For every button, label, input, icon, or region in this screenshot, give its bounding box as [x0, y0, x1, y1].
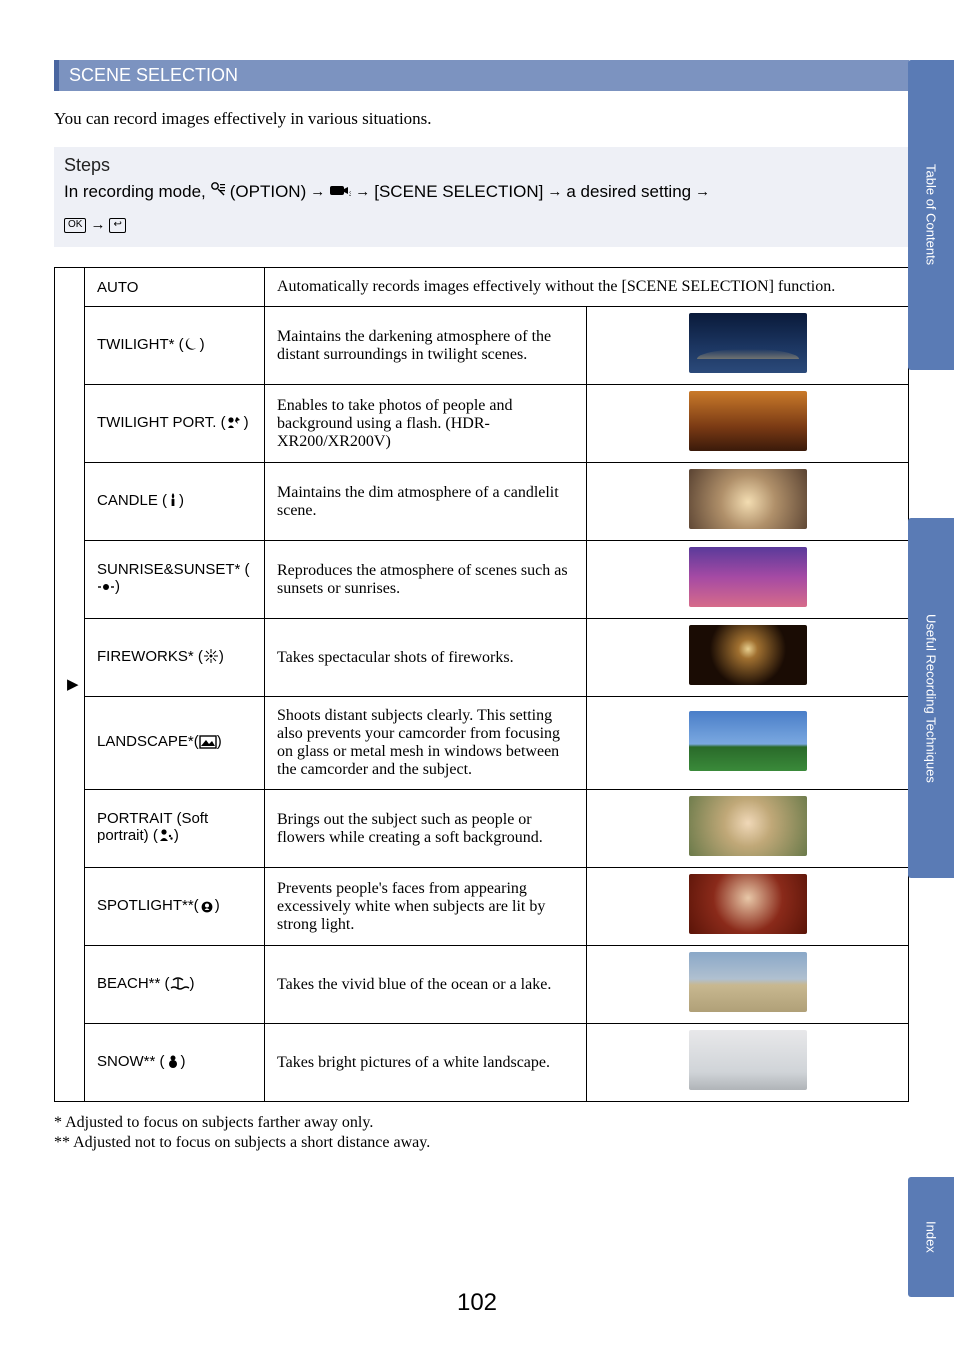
scene-thumbnail-cell — [587, 619, 909, 697]
steps-bracket: [SCENE SELECTION] — [374, 178, 543, 205]
scene-thumbnail — [689, 313, 807, 373]
candle-icon — [167, 492, 179, 512]
twilight-icon — [184, 336, 200, 356]
footnote-1: * Adjusted to focus on subjects farther … — [54, 1114, 909, 1132]
option-icon — [210, 178, 226, 205]
arrow-icon: → — [547, 180, 562, 204]
table-row: TWILIGHT PORT. ()Enables to take photos … — [55, 385, 909, 463]
table-row: FIREWORKS* ()Takes spectacular shots of … — [55, 619, 909, 697]
table-row: ▶AUTOAutomatically records images effect… — [55, 268, 909, 307]
scene-name: CANDLE () — [85, 463, 265, 541]
portrait-icon — [158, 827, 174, 847]
table-row: SPOTLIGHT**()Prevents people's faces fro… — [55, 868, 909, 946]
scene-table: ▶AUTOAutomatically records images effect… — [54, 267, 909, 1102]
scene-description: Maintains the darkening atmosphere of th… — [265, 307, 587, 385]
scene-thumbnail — [689, 874, 807, 934]
scene-description: Prevents people's faces from appearing e… — [265, 868, 587, 946]
steps-box: Steps In recording mode, (OPTION) → 3 → … — [54, 147, 909, 247]
scene-thumbnail-cell — [587, 385, 909, 463]
return-button-icon: ↩ — [109, 218, 125, 233]
arrow-icon: → — [90, 213, 105, 237]
scene-thumbnail-cell — [587, 541, 909, 619]
scene-thumbnail — [689, 952, 807, 1012]
table-row: CANDLE ()Maintains the dim atmosphere of… — [55, 463, 909, 541]
arrow-icon: → — [695, 180, 710, 204]
landscape-icon — [199, 735, 217, 753]
scene-description: Brings out the subject such as people or… — [265, 790, 587, 868]
default-marker: ▶ — [55, 268, 85, 1102]
steps-option-label: (OPTION) — [230, 178, 307, 205]
scene-thumbnail — [689, 391, 807, 451]
table-row: SNOW** ()Takes bright pictures of a whit… — [55, 1024, 909, 1102]
scene-name: SNOW** () — [85, 1024, 265, 1102]
tab-index[interactable]: Index — [908, 1177, 954, 1297]
table-row: PORTRAIT (Soft portrait) ()Brings out th… — [55, 790, 909, 868]
arrow-icon: → — [310, 180, 325, 204]
table-row: BEACH** ()Takes the vivid blue of the oc… — [55, 946, 909, 1024]
sidebar-tabs: Table of Contents Useful Recording Techn… — [908, 60, 954, 1297]
firework-icon — [203, 648, 219, 668]
footnotes: * Adjusted to focus on subjects farther … — [54, 1114, 909, 1152]
scene-thumbnail-cell — [587, 307, 909, 385]
scene-description: Takes spectacular shots of fireworks. — [265, 619, 587, 697]
steps-line: In recording mode, (OPTION) → 3 → [SCENE… — [64, 178, 899, 237]
table-row: TWILIGHT* ()Maintains the darkening atmo… — [55, 307, 909, 385]
tab-useful-recording-techniques[interactable]: Useful Recording Techniques — [908, 518, 954, 878]
scene-thumbnail — [689, 711, 807, 771]
scene-thumbnail — [689, 625, 807, 685]
sunset-icon — [97, 580, 115, 598]
scene-thumbnail-cell — [587, 1024, 909, 1102]
page-number: 102 — [0, 1289, 954, 1317]
arrow-icon: → — [355, 180, 370, 204]
scene-thumbnail — [689, 469, 807, 529]
scene-thumbnail-cell — [587, 697, 909, 790]
scene-name: SUNRISE&SUNSET* () — [85, 541, 265, 619]
intro-text: You can record images effectively in var… — [54, 109, 909, 129]
steps-prefix: In recording mode, — [64, 178, 206, 205]
scene-thumbnail-cell — [587, 946, 909, 1024]
scene-description: Reproduces the atmosphere of scenes such… — [265, 541, 587, 619]
scene-description: Automatically records images effectively… — [265, 268, 909, 307]
beach-icon — [170, 977, 190, 995]
svg-text:3: 3 — [349, 192, 351, 197]
scene-thumbnail — [689, 547, 807, 607]
scene-name: SPOTLIGHT**() — [85, 868, 265, 946]
steps-title: Steps — [64, 155, 899, 176]
snow-icon — [165, 1053, 181, 1073]
scene-thumbnail-cell — [587, 463, 909, 541]
scene-name: TWILIGHT PORT. () — [85, 385, 265, 463]
footnote-2: ** Adjusted not to focus on subjects a s… — [54, 1134, 909, 1152]
scene-thumbnail-cell — [587, 790, 909, 868]
camera-tab-icon: 3 — [329, 178, 351, 205]
spotlight-icon — [199, 897, 215, 917]
scene-thumbnail-cell — [587, 868, 909, 946]
section-heading: SCENE SELECTION — [54, 60, 909, 91]
scene-description: Enables to take photos of people and bac… — [265, 385, 587, 463]
table-row: LANDSCAPE*()Shoots distant subjects clea… — [55, 697, 909, 790]
scene-description: Takes bright pictures of a white landsca… — [265, 1024, 587, 1102]
twiport-icon — [226, 414, 244, 434]
scene-description: Shoots distant subjects clearly. This se… — [265, 697, 587, 790]
table-row: SUNRISE&SUNSET* ()Reproduces the atmosph… — [55, 541, 909, 619]
scene-name: LANDSCAPE*() — [85, 697, 265, 790]
scene-name: AUTO — [85, 268, 265, 307]
scene-thumbnail — [689, 796, 807, 856]
scene-name: TWILIGHT* () — [85, 307, 265, 385]
tab-table-of-contents[interactable]: Table of Contents — [908, 60, 954, 370]
scene-name: BEACH** () — [85, 946, 265, 1024]
scene-description: Takes the vivid blue of the ocean or a l… — [265, 946, 587, 1024]
ok-button-icon: OK — [64, 218, 86, 233]
scene-description: Maintains the dim atmosphere of a candle… — [265, 463, 587, 541]
scene-thumbnail — [689, 1030, 807, 1090]
scene-name: FIREWORKS* () — [85, 619, 265, 697]
scene-name: PORTRAIT (Soft portrait) () — [85, 790, 265, 868]
steps-suffix: a desired setting — [566, 178, 691, 205]
